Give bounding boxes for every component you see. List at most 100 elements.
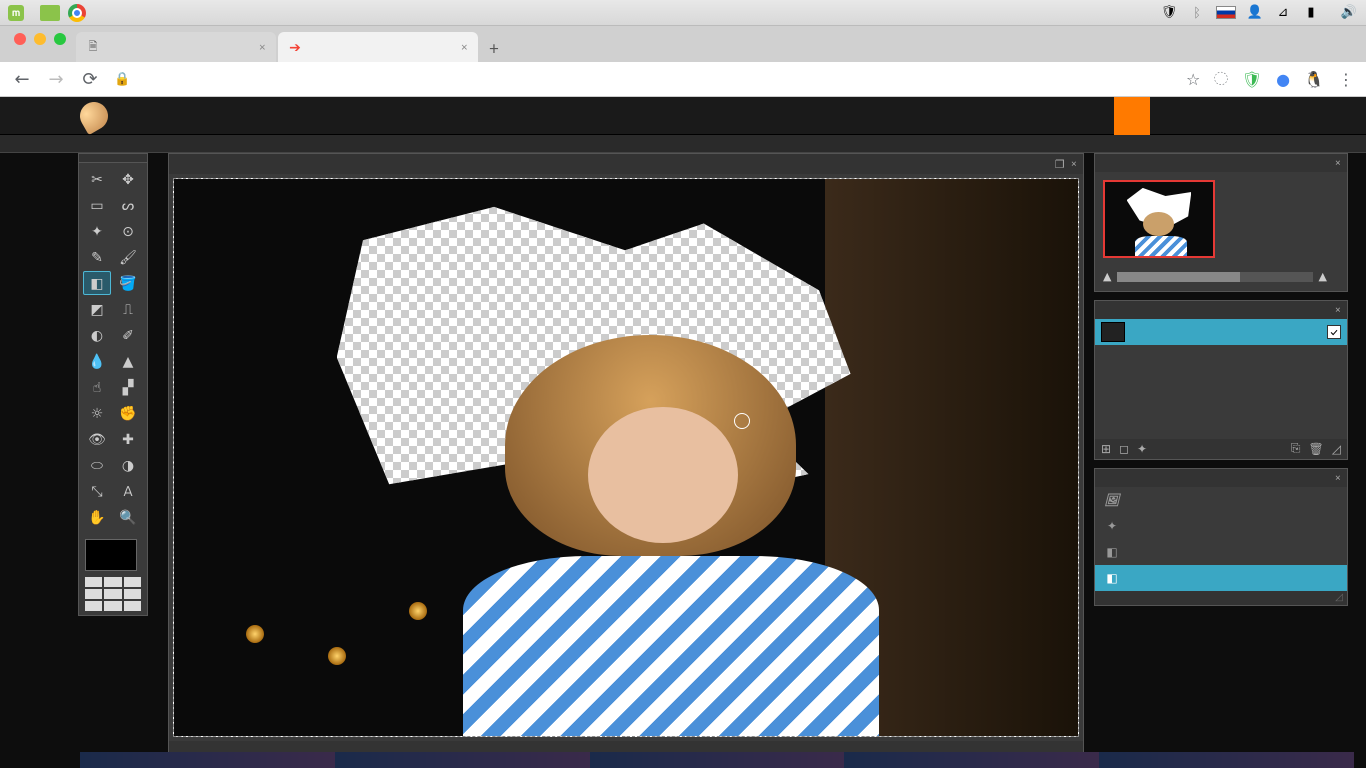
extension-icon[interactable]: ◌	[1214, 70, 1228, 88]
zoom-in-icon[interactable]: ▲	[1319, 270, 1327, 283]
layer-settings-icon[interactable]: ⊞	[1101, 442, 1111, 456]
nav-item-fotoredactor[interactable]	[1150, 97, 1186, 135]
layer-item[interactable]: ✓	[1095, 319, 1347, 345]
zoom-out-icon[interactable]: ▲	[1103, 270, 1111, 283]
stamp-tool-icon[interactable]: ⎍	[114, 297, 142, 321]
canvas-titlebar[interactable]: ❐ ×	[169, 154, 1083, 174]
wifi-icon[interactable]: ⊿	[1274, 4, 1292, 22]
nav-item-crop[interactable]	[1294, 97, 1330, 135]
preset-grid[interactable]	[85, 577, 141, 611]
panel-resize-handle[interactable]: ◿	[1095, 591, 1347, 605]
zoom-slider[interactable]	[1117, 272, 1312, 282]
bookmark-star-icon[interactable]: ☆	[1186, 70, 1200, 89]
burn-tool-icon[interactable]: ✊	[114, 401, 142, 425]
browser-menu-icon[interactable]: ⋮	[1338, 70, 1354, 89]
dodge-tool-icon[interactable]: ☼	[83, 401, 111, 425]
keyboard-layout-icon[interactable]	[1216, 6, 1236, 19]
nav-item-retro[interactable]	[1222, 97, 1258, 135]
layer-mask-icon[interactable]: ◻	[1119, 442, 1129, 456]
panel-close-icon[interactable]: ×	[1335, 304, 1341, 316]
browser-tab-active[interactable]: ➔ ×	[278, 32, 478, 62]
history-item-active[interactable]: ◧	[1095, 565, 1347, 591]
shape-tool-icon[interactable]: ◑	[114, 453, 142, 477]
bucket-tool-icon[interactable]: 🪣	[114, 271, 142, 295]
url-field[interactable]: 🔒	[114, 72, 1172, 87]
blur-tool-icon[interactable]: 💧	[83, 349, 111, 373]
navigator-title[interactable]: ×	[1095, 154, 1347, 172]
browser-tab-inactive[interactable]: 🗎 ×	[76, 32, 276, 62]
mint-menu-icon[interactable]: m	[8, 5, 24, 21]
gradient-tool-icon[interactable]: ◩	[83, 297, 111, 321]
window-minimize-icon[interactable]	[34, 33, 46, 45]
tab-strip: 🗎 × ➔ × +	[0, 26, 1366, 62]
pencil-tool-icon[interactable]: ✎	[83, 245, 111, 269]
bluetooth-icon[interactable]: ᛒ	[1188, 4, 1206, 22]
foreground-color-swatch[interactable]	[85, 539, 137, 571]
canvas-area[interactable]	[169, 174, 1083, 741]
adblock-extension-icon[interactable]: 🛡	[1242, 70, 1262, 89]
nav-item-webcam[interactable]	[1258, 97, 1294, 135]
brush-tool-icon[interactable]: 🖌	[114, 245, 142, 269]
layer-duplicate-icon[interactable]: ⎘	[1291, 442, 1301, 456]
draw-tool-icon[interactable]: ✐	[114, 323, 142, 347]
crop-tool-icon[interactable]: ✂	[83, 167, 111, 191]
image-icon: 🖼	[1105, 493, 1119, 507]
battery-icon[interactable]: ▮	[1302, 4, 1320, 22]
taskbar-app-files[interactable]	[40, 5, 60, 21]
window-maximize-icon[interactable]	[54, 33, 66, 45]
nav-item-express[interactable]	[1186, 97, 1222, 135]
replace-color-tool-icon[interactable]: ◐	[83, 323, 111, 347]
os-taskbar: m 🛡 ᛒ 👤 ⊿ ▮ 🔊	[0, 0, 1366, 26]
panel-close-icon[interactable]: ×	[1335, 472, 1341, 484]
profile-icon[interactable]: 🐧	[1304, 70, 1324, 89]
tab-close-icon[interactable]: ×	[259, 40, 266, 54]
shield-icon[interactable]: 🛡	[1160, 4, 1178, 22]
quickselect-tool-icon[interactable]: ⊙	[114, 219, 142, 243]
move-tool-icon[interactable]: ✥	[114, 167, 142, 191]
layers-title[interactable]: ×	[1095, 301, 1347, 319]
canvas-close-icon[interactable]: ×	[1071, 158, 1077, 171]
reload-button[interactable]: ⟳	[80, 69, 100, 90]
heal-tool-icon[interactable]: ✚	[114, 427, 142, 451]
layer-fx-icon[interactable]: ✦	[1137, 442, 1147, 456]
type-tool-icon[interactable]: A	[114, 479, 142, 503]
history-item[interactable]: 🖼	[1095, 487, 1347, 513]
window-controls	[8, 33, 76, 55]
panel-close-icon[interactable]: ×	[1335, 157, 1341, 169]
history-item[interactable]: ◧	[1095, 539, 1347, 565]
canvas-image[interactable]	[173, 178, 1079, 737]
history-item[interactable]: ✦	[1095, 513, 1347, 539]
new-tab-button[interactable]: +	[480, 34, 508, 62]
layer-resize-icon[interactable]: ◿	[1332, 442, 1341, 456]
layer-visibility-checkbox[interactable]: ✓	[1327, 325, 1341, 339]
eraser-tool-icon[interactable]: ◧	[83, 271, 111, 295]
extension-sync-icon[interactable]: ●	[1276, 70, 1290, 89]
canvas-restore-icon[interactable]: ❐	[1055, 158, 1065, 171]
volume-icon[interactable]: 🔊	[1340, 4, 1358, 22]
tab-close-icon[interactable]: ×	[461, 40, 468, 54]
navigator-panel: × ▲ ▲	[1094, 153, 1348, 292]
lasso-tool-icon[interactable]: ᔕ	[114, 193, 142, 217]
history-title[interactable]: ×	[1095, 469, 1347, 487]
window-close-icon[interactable]	[14, 33, 26, 45]
eyedropper-tool-icon[interactable]: ⤡	[83, 479, 111, 503]
taskbar-app-chrome[interactable]	[68, 4, 86, 22]
nav-item-photoshop-online[interactable]	[1114, 97, 1150, 135]
balloon-tool-icon[interactable]: ⬭	[83, 453, 111, 477]
hand-tool-icon[interactable]: ✋	[83, 505, 111, 529]
marquee-tool-icon[interactable]: ▭	[83, 193, 111, 217]
smudge-tool-icon[interactable]: ☝	[83, 375, 111, 399]
zoom-tool-icon[interactable]: 🔍	[114, 505, 142, 529]
forward-button[interactable]: →	[46, 69, 66, 90]
wand-icon: ✦	[1105, 519, 1119, 533]
back-button[interactable]: ←	[12, 69, 32, 90]
navigator-thumbnail[interactable]	[1103, 180, 1215, 258]
user-icon[interactable]: 👤	[1246, 4, 1264, 22]
nav-item-removebg[interactable]	[1330, 97, 1366, 135]
redeye-tool-icon[interactable]: 👁	[83, 427, 111, 451]
wand-tool-icon[interactable]: ✦	[83, 219, 111, 243]
site-logo-icon[interactable]	[75, 97, 113, 135]
sharpen-tool-icon[interactable]: ▲	[114, 349, 142, 373]
sponge-tool-icon[interactable]: ▞	[114, 375, 142, 399]
layer-delete-icon[interactable]: 🗑	[1309, 442, 1324, 456]
